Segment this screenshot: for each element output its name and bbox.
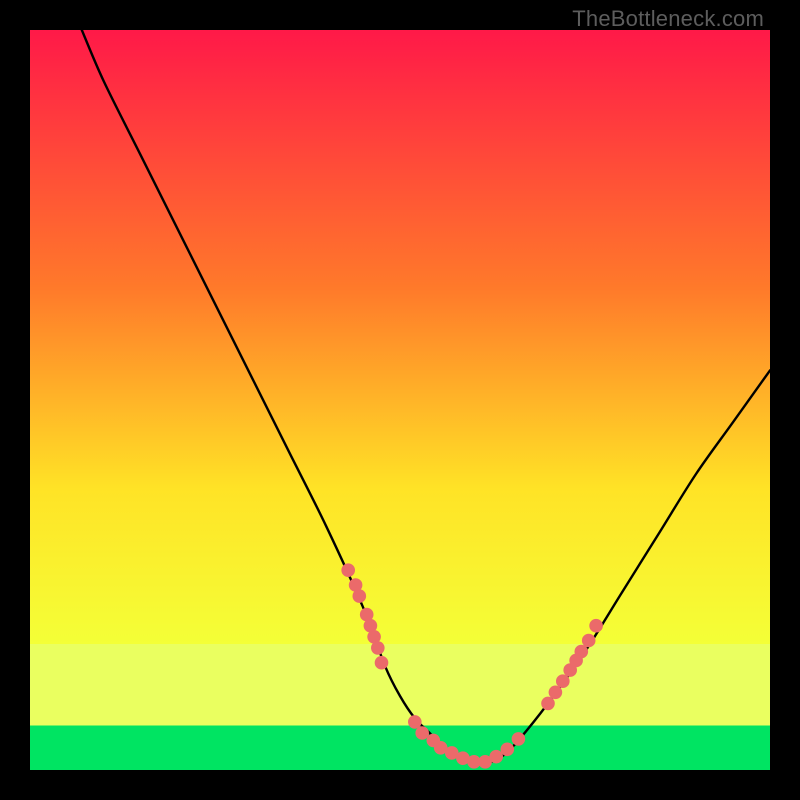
data-dot <box>556 674 570 688</box>
data-dot <box>408 715 422 729</box>
gradient-background <box>30 30 770 770</box>
data-dot <box>341 563 355 577</box>
data-dot <box>489 750 503 764</box>
chart-frame <box>30 30 770 770</box>
bottleneck-chart <box>30 30 770 770</box>
data-dot <box>375 656 389 670</box>
data-dot <box>501 742 515 756</box>
data-dot <box>415 726 429 740</box>
data-dot <box>582 634 596 648</box>
watermark-text: TheBottleneck.com <box>572 6 764 32</box>
data-dot <box>575 645 589 659</box>
data-dot <box>549 686 563 700</box>
data-dot <box>589 619 603 633</box>
data-dot <box>371 641 385 655</box>
data-dot <box>353 589 367 603</box>
data-dot <box>541 697 555 711</box>
data-dot <box>512 732 526 746</box>
